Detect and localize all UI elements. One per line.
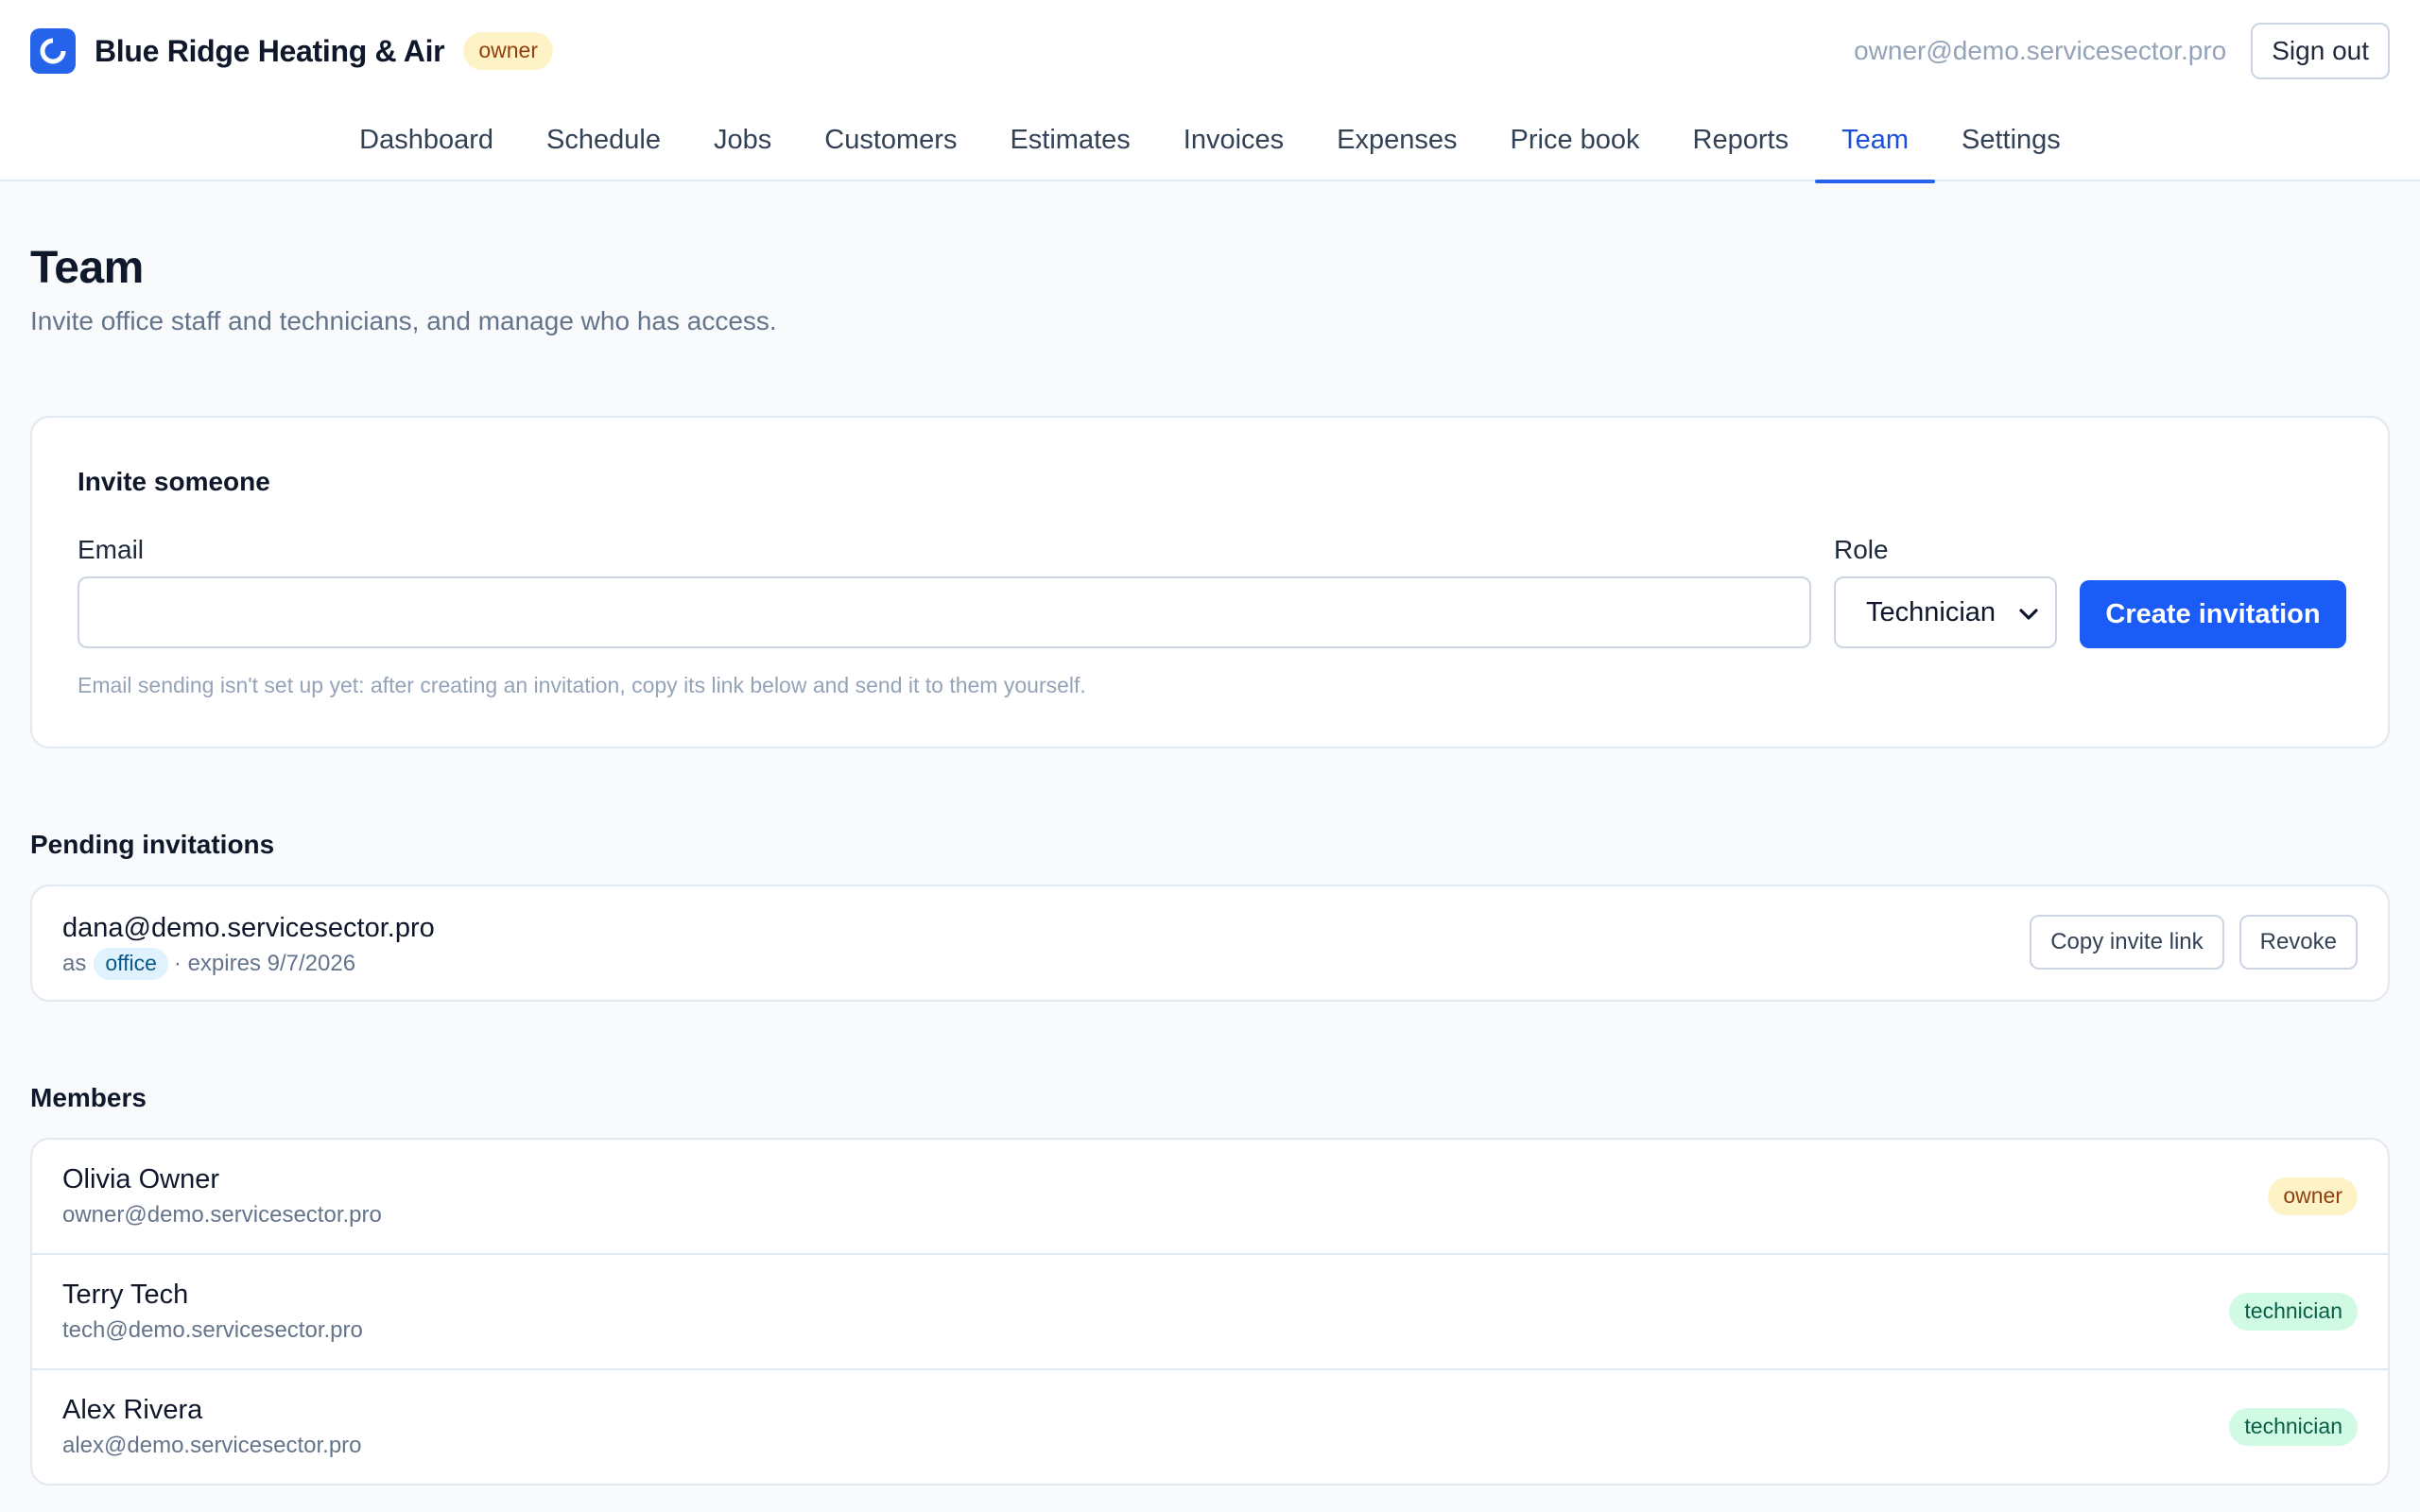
member-row: Terry Tech tech@demo.servicesector.pro t… <box>32 1255 2388 1370</box>
business-name: Blue Ridge Heating & Air <box>95 33 445 68</box>
member-email: tech@demo.servicesector.pro <box>62 1317 363 1343</box>
nav-item-settings[interactable]: Settings <box>1935 113 2087 181</box>
member-role-badge: technician <box>2229 1408 2358 1446</box>
member-name: Alex Rivera <box>62 1395 203 1425</box>
role-select[interactable]: Technician <box>1834 576 2057 648</box>
role-select-value: Technician <box>1866 596 1996 627</box>
nav-item-price-book[interactable]: Price book <box>1484 113 1667 181</box>
pending-invitation-row: dana@demo.servicesector.pro as office · … <box>32 886 2388 1000</box>
current-role-badge: owner <box>463 32 553 70</box>
pending-invitations-title: Pending invitations <box>30 830 275 859</box>
invite-note: Email sending isn't set up yet: after cr… <box>78 673 1086 697</box>
sign-out-button[interactable]: Sign out <box>2251 23 2390 79</box>
as-label: as <box>62 951 87 976</box>
main-nav: Dashboard Schedule Jobs Customers Estima… <box>0 113 2420 183</box>
pending-invite-email: dana@demo.servicesector.pro <box>62 913 435 943</box>
nav-item-reports[interactable]: Reports <box>1667 113 1816 181</box>
invite-card-title: Invite someone <box>78 467 270 496</box>
nav-item-invoices[interactable]: Invoices <box>1157 113 1310 181</box>
current-user-email: owner@demo.servicesector.pro <box>1854 36 2227 65</box>
member-name: Terry Tech <box>62 1280 189 1310</box>
member-role-badge: owner <box>2268 1177 2358 1215</box>
pending-actions: Copy invite link Revoke <box>2030 915 2358 970</box>
email-label: Email <box>78 535 145 564</box>
revoke-button[interactable]: Revoke <box>2238 915 2358 970</box>
nav-item-expenses[interactable]: Expenses <box>1310 113 1483 181</box>
pending-role-badge: office <box>94 948 168 980</box>
members-title: Members <box>30 1083 147 1112</box>
page-title: Team <box>30 243 144 293</box>
pending-invitations-list: dana@demo.servicesector.pro as office · … <box>30 885 2390 1002</box>
app-header: Blue Ridge Heating & Air owner owner@dem… <box>0 0 2420 183</box>
create-invitation-button[interactable]: Create invitation <box>2080 580 2346 648</box>
invite-card: Invite someone Email Role Technician Cre… <box>30 416 2390 748</box>
logo-ring-icon <box>30 28 76 74</box>
nav-item-estimates[interactable]: Estimates <box>983 113 1156 181</box>
nav-item-dashboard[interactable]: Dashboard <box>333 113 520 181</box>
members-list: Olivia Owner owner@demo.servicesector.pr… <box>30 1138 2390 1486</box>
pending-invite-meta: as office · expires 9/7/2026 <box>62 947 355 981</box>
role-label: Role <box>1834 535 1889 564</box>
member-role-badge: technician <box>2229 1293 2358 1331</box>
member-email: owner@demo.servicesector.pro <box>62 1202 382 1228</box>
member-row: Alex Rivera alex@demo.servicesector.pro … <box>32 1370 2388 1484</box>
pending-expiry: · expires 9/7/2026 <box>173 951 356 976</box>
nav-item-team[interactable]: Team <box>1815 113 1935 183</box>
member-name: Olivia Owner <box>62 1164 219 1194</box>
page-subtitle: Invite office staff and technicians, and… <box>30 306 777 335</box>
member-row: Olivia Owner owner@demo.servicesector.pr… <box>32 1140 2388 1255</box>
invite-email-input[interactable] <box>78 576 1811 648</box>
brand[interactable]: Blue Ridge Heating & Air owner <box>30 26 553 76</box>
chevron-down-icon <box>2019 597 2038 628</box>
nav-item-customers[interactable]: Customers <box>798 113 983 181</box>
nav-item-schedule[interactable]: Schedule <box>520 113 687 181</box>
account-area: owner@demo.servicesector.pro Sign out <box>1854 23 2390 79</box>
nav-item-jobs[interactable]: Jobs <box>687 113 798 181</box>
member-email: alex@demo.servicesector.pro <box>62 1433 362 1458</box>
copy-invite-link-button[interactable]: Copy invite link <box>2030 915 2224 970</box>
